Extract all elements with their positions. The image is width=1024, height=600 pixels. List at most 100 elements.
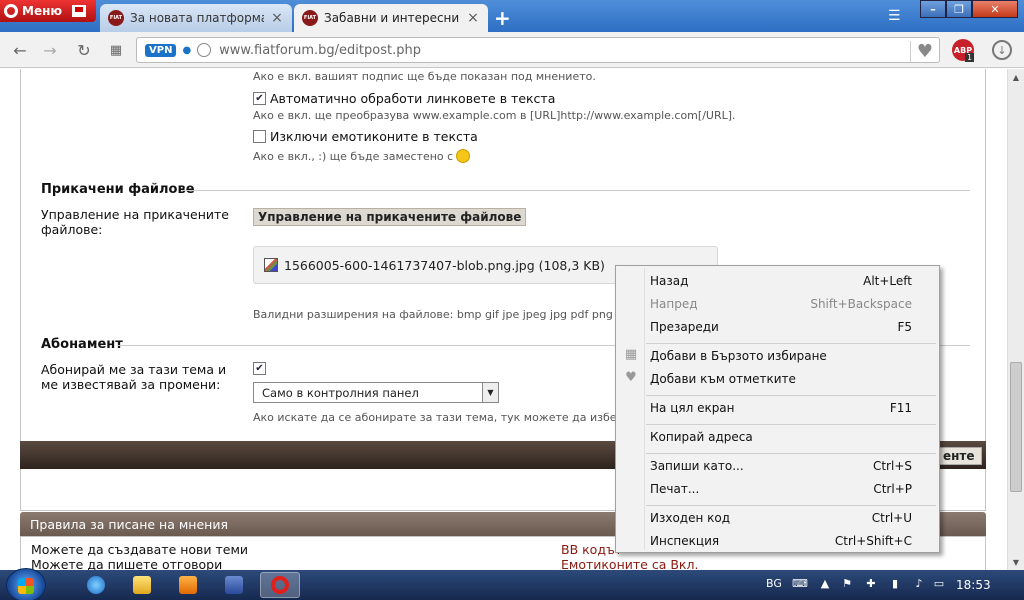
- url-text[interactable]: www.fiatforum.bg/editpost.php: [219, 43, 421, 58]
- signature-hint: Ако е вкл. вашият подпис ще бъде показан…: [253, 70, 596, 83]
- media-player-icon: [179, 576, 197, 594]
- vpn-badge[interactable]: VPN: [145, 43, 177, 57]
- scroll-down-arrow-icon[interactable]: ▼: [1008, 554, 1024, 570]
- speed-dial-grid-icon[interactable]: ▦: [106, 40, 126, 60]
- menu-item-shortcut: F11: [889, 401, 912, 415]
- disable-smilies-checkbox[interactable]: [253, 130, 266, 143]
- menu-item-back[interactable]: Назад Alt+Left: [616, 270, 939, 292]
- subscription-mode-value: Само в контролния панел: [262, 385, 419, 400]
- forward-arrow-icon[interactable]: →: [40, 40, 60, 60]
- action-center-flag-icon[interactable]: ⚑: [840, 577, 854, 591]
- address-bar[interactable]: VPN ● www.fiatforum.bg/editpost.php ♥: [136, 37, 940, 63]
- menu-item-reload[interactable]: Презареди F5: [616, 316, 939, 338]
- vpn-dot-icon: ●: [182, 44, 192, 56]
- reload-icon[interactable]: ↻: [74, 40, 94, 60]
- taskbar-opera[interactable]: [260, 572, 300, 598]
- back-arrow-icon[interactable]: ←: [10, 40, 30, 60]
- attached-file-name[interactable]: 1566005-600-1461737407-blob.png.jpg (108…: [284, 258, 605, 273]
- menu-item-add-bookmark[interactable]: ♥ Добави към отметките: [616, 368, 939, 390]
- auto-links-option[interactable]: ✔ Автоматично обработи линковете в текст…: [253, 91, 555, 106]
- auto-links-checkbox[interactable]: ✔: [253, 92, 266, 105]
- menu-item-view-source[interactable]: Изходен код Ctrl+U: [616, 507, 939, 529]
- valid-extensions-text: Валидни разширения на файлове: bmp gif j…: [253, 308, 674, 321]
- taskbar-file-explorer[interactable]: [122, 572, 162, 598]
- input-language-indicator[interactable]: BG: [766, 577, 782, 590]
- smiley-icon: [456, 149, 471, 163]
- disable-smilies-option[interactable]: Изключи емотиконите в текста: [253, 129, 478, 144]
- window-maximize-button[interactable]: ❐: [946, 0, 972, 18]
- menu-separator: [646, 395, 936, 396]
- antivirus-icon[interactable]: ✚: [864, 577, 878, 591]
- auto-links-label: Автоматично обработи линковете в текста: [270, 91, 556, 106]
- bb-code-link[interactable]: BB кодът: [561, 542, 622, 557]
- menu-item-label: Добави към отметките: [650, 372, 796, 386]
- menu-item-label: Инспекция: [650, 534, 720, 548]
- auto-links-hint: Ако е вкл. ще преобразува www.example.co…: [253, 109, 736, 122]
- menu-separator: [646, 453, 936, 454]
- menu-item-fullscreen[interactable]: На цял екран F11: [616, 397, 939, 419]
- page-scrollbar[interactable]: ▲ ▼: [1007, 69, 1024, 570]
- menu-separator: [646, 343, 936, 344]
- tab-menu-icon[interactable]: ☰: [888, 8, 901, 24]
- menu-item-shortcut: Alt+Left: [863, 274, 912, 288]
- section-divider: [182, 190, 970, 191]
- tab-fiat-platform[interactable]: FIAT За новата платформа на ×: [100, 4, 292, 32]
- new-tab-icon[interactable]: +: [494, 6, 511, 30]
- keyboard-icon[interactable]: ⌨: [792, 577, 808, 591]
- save-changes-button[interactable]: енте: [936, 447, 982, 465]
- rule-item: Можете да пишете отговори: [31, 557, 223, 570]
- taskbar-clock[interactable]: 18:53: [956, 578, 991, 592]
- show-hidden-icons-icon[interactable]: ▲: [818, 577, 832, 591]
- tab-fun-pictures[interactable]: FIAT Забавни и интересни сни ×: [294, 4, 488, 32]
- menu-item-label: Изходен код: [650, 511, 731, 525]
- context-menu: Назад Alt+Left Напред Shift+Backspace Пр…: [615, 265, 940, 553]
- rule-item: Можете да създавате нови теми: [31, 542, 249, 557]
- menu-item-print[interactable]: Печат... Ctrl+P: [616, 478, 939, 500]
- image-file-icon: [264, 258, 278, 272]
- heart-icon: ♥: [625, 370, 637, 385]
- menu-item-label: На цял екран: [650, 401, 735, 415]
- subscription-mode-select[interactable]: Само в контролния панел ▼: [253, 382, 499, 403]
- menu-item-shortcut: Ctrl+P: [873, 482, 912, 496]
- windows-taskbar: BG ⌨ ▲ ⚑ ✚ ▮ ♪ ▭ 18:53: [0, 568, 1024, 600]
- menu-item-label: Копирай адреса: [650, 430, 753, 444]
- scrollbar-thumb[interactable]: [1010, 362, 1022, 492]
- opera-menu-button[interactable]: Меню: [0, 0, 96, 22]
- start-button[interactable]: [6, 568, 46, 600]
- floppy-disk-icon: [225, 576, 243, 594]
- opera-icon: [271, 576, 289, 594]
- taskbar-internet-explorer[interactable]: [76, 572, 116, 598]
- menu-item-label: Назад: [650, 274, 689, 288]
- flag-icon: [72, 5, 87, 17]
- menu-item-shortcut: Ctrl+U: [871, 511, 912, 525]
- window-minimize-button[interactable]: –: [920, 0, 946, 18]
- subscribe-label: Абонирай ме за тази тема и ме известявай…: [41, 362, 227, 392]
- close-tab-icon[interactable]: ×: [270, 10, 284, 26]
- bookmark-heart-icon[interactable]: ♥: [909, 41, 933, 62]
- disable-smilies-label: Изключи емотиконите в текста: [270, 129, 478, 144]
- taskbar-media-player[interactable]: [168, 572, 208, 598]
- smilies-link[interactable]: Емотиконите са Вкл.: [561, 557, 698, 570]
- menu-item-forward[interactable]: Напред Shift+Backspace: [616, 293, 939, 315]
- scroll-up-arrow-icon[interactable]: ▲: [1008, 69, 1024, 85]
- windows-logo-icon: [18, 578, 34, 594]
- manage-attachments-button[interactable]: Управление на прикачените файлове: [253, 208, 527, 226]
- menu-item-inspect[interactable]: Инспекция Ctrl+Shift+C: [616, 530, 939, 552]
- close-tab-icon[interactable]: ×: [466, 10, 480, 26]
- menu-item-label: Презареди: [650, 320, 719, 334]
- menu-item-copy-address[interactable]: Копирай адреса: [616, 426, 939, 448]
- chevron-down-icon[interactable]: ▼: [482, 383, 498, 402]
- menu-item-label: Запиши като...: [650, 459, 744, 473]
- taskbar-save-app[interactable]: [214, 572, 254, 598]
- network-signal-icon[interactable]: ▮: [888, 577, 902, 591]
- volume-icon[interactable]: ♪: [912, 577, 926, 591]
- menu-item-add-speed-dial[interactable]: ▦ Добави в Бързото избиране: [616, 345, 939, 367]
- menu-item-shortcut: Shift+Backspace: [810, 297, 912, 311]
- download-icon[interactable]: ↓: [992, 40, 1012, 60]
- menu-item-save-as[interactable]: Запиши като... Ctrl+S: [616, 455, 939, 477]
- window-close-button[interactable]: ✕: [972, 0, 1018, 18]
- globe-icon[interactable]: [197, 43, 212, 57]
- monitor-icon[interactable]: ▭: [932, 577, 946, 591]
- subscribe-checkbox[interactable]: ✔: [253, 362, 266, 375]
- menu-item-shortcut: Ctrl+S: [872, 459, 912, 473]
